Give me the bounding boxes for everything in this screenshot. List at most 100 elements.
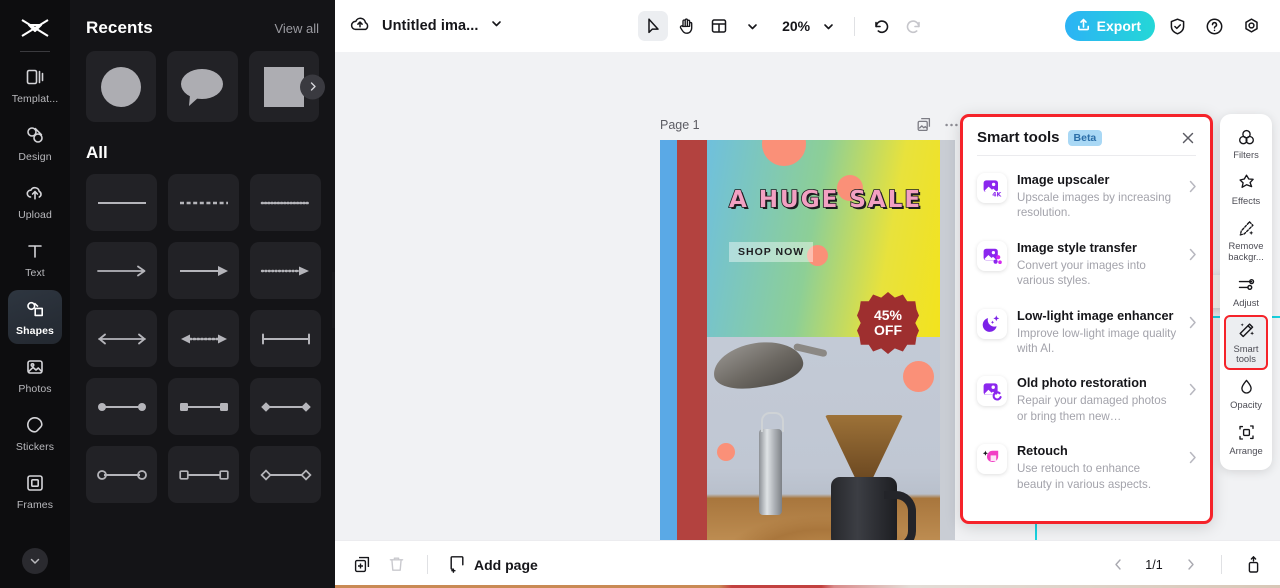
- recents-row: [86, 51, 325, 122]
- recent-shape-circle[interactable]: [86, 51, 157, 122]
- smart-tool-low-light-image-enhancer[interactable]: Low-light image enhancer Improve low-lig…: [963, 298, 1210, 366]
- smart-tool-image-upscaler[interactable]: 4K Image upscaler Upscale images by incr…: [963, 162, 1210, 230]
- duplicate-page-icon[interactable]: [351, 554, 373, 576]
- sidebar-item-shapes[interactable]: Shapes: [8, 290, 62, 344]
- photo-grinder: [759, 412, 784, 515]
- tool-adjust[interactable]: Adjust: [1224, 269, 1268, 314]
- undo-button[interactable]: [866, 11, 896, 41]
- recents-next-button[interactable]: [300, 74, 325, 99]
- shape-arrow-solid-right[interactable]: [168, 242, 239, 299]
- shape-line-open-circle-ends[interactable]: [86, 446, 157, 503]
- sidebar-label: Frames: [16, 499, 54, 511]
- right-toolbar: Filters Effects Remove backgr... Adjust …: [1220, 114, 1272, 471]
- filters-icon: [1236, 127, 1256, 147]
- sidebar-label: Shapes: [16, 325, 54, 337]
- page-more-dots-icon[interactable]: [943, 116, 960, 138]
- shape-arrow-dotted-double[interactable]: [168, 310, 239, 367]
- artboard-cta: SHOP NOW: [729, 242, 814, 262]
- cloud-save-icon[interactable]: [349, 13, 371, 40]
- layout-chevron-down-icon[interactable]: [737, 11, 767, 41]
- question-circle-icon[interactable]: [1199, 11, 1229, 41]
- smart-tool-desc: Upscale images by increasing resolution.: [1017, 191, 1172, 220]
- tool-arrange[interactable]: Arrange: [1224, 417, 1268, 462]
- export-button[interactable]: Export: [1064, 11, 1155, 41]
- shape-arrow-open-right[interactable]: [86, 242, 157, 299]
- smart-tool-text: Image style transfer Convert your images…: [1017, 239, 1178, 289]
- shape-arrow-dotted-right[interactable]: [250, 242, 321, 299]
- smart-tool-name: Low-light image enhancer: [1017, 308, 1174, 323]
- gear-icon[interactable]: [1236, 11, 1266, 41]
- smart-tool-retouch[interactable]: Retouch Use retouch to enhance beauty in…: [963, 433, 1210, 501]
- capcut-logo-icon[interactable]: [15, 14, 55, 42]
- sidebar-item-photos[interactable]: Photos: [8, 348, 62, 402]
- duplicate-page-icon[interactable]: [916, 116, 933, 138]
- redo-button[interactable]: [899, 11, 929, 41]
- prev-page-button[interactable]: [1107, 554, 1129, 576]
- panel-collapse-handle[interactable]: [332, 272, 335, 328]
- chevron-right-icon: [1188, 383, 1198, 401]
- template-icon: [24, 66, 46, 88]
- zoom-chevron-down-icon[interactable]: [813, 11, 843, 41]
- topbar-right: Export: [1064, 11, 1266, 41]
- shape-line-dotted[interactable]: [250, 174, 321, 231]
- top-toolbar: Untitled ima... 20% Export: [335, 0, 1280, 52]
- sidebar-item-text[interactable]: Text: [8, 232, 62, 286]
- smart-tool-name: Image style transfer: [1017, 240, 1137, 255]
- smart-tool-image-style-transfer[interactable]: Image style transfer Convert your images…: [963, 230, 1210, 298]
- tool-remove-background[interactable]: Remove backgr...: [1224, 212, 1268, 267]
- tool-effects[interactable]: Effects: [1224, 167, 1268, 212]
- add-page-button[interactable]: Add page: [448, 554, 538, 576]
- tool-label: Filters: [1233, 149, 1259, 160]
- shape-line-filled-diamond-ends[interactable]: [250, 378, 321, 435]
- main-area: Untitled ima... 20% Export Page 1 A HUGE…: [335, 0, 1280, 588]
- sidebar-item-templates[interactable]: Templat...: [8, 58, 62, 112]
- canvas-area[interactable]: Page 1 A HUGE SALE SHOP NOW 45% OFF Smar…: [335, 52, 1280, 540]
- next-page-button[interactable]: [1179, 554, 1201, 576]
- topbar-left: Untitled ima...: [349, 13, 503, 40]
- delete-page-icon[interactable]: [385, 554, 407, 576]
- tool-label: Arrange: [1229, 444, 1263, 456]
- bottom-divider-2: [1221, 555, 1222, 574]
- artboard-photo: [707, 336, 940, 540]
- retouch-sparkle-icon: [977, 444, 1007, 475]
- smart-tool-desc: Use retouch to enhance beauty in various…: [1017, 462, 1152, 491]
- sidebar-label: Stickers: [15, 441, 55, 453]
- layout-tool[interactable]: [704, 11, 734, 41]
- shape-line-filled-circle-ends[interactable]: [86, 378, 157, 435]
- shape-line-solid[interactable]: [86, 174, 157, 231]
- shape-line-open-square-ends[interactable]: [168, 446, 239, 503]
- stickers-icon: [24, 414, 46, 436]
- smart-tool-text: Old photo restoration Repair your damage…: [1017, 374, 1178, 424]
- recent-shape-speech-bubble[interactable]: [167, 51, 238, 122]
- shape-line-dashed[interactable]: [168, 174, 239, 231]
- title-chevron-down-icon[interactable]: [490, 17, 503, 35]
- sidebar-item-design[interactable]: Design: [8, 116, 62, 170]
- tool-opacity[interactable]: Opacity: [1224, 371, 1268, 416]
- export-label: Export: [1096, 18, 1141, 34]
- sidebar-more-button[interactable]: [22, 548, 48, 574]
- view-all-link[interactable]: View all: [274, 21, 319, 36]
- expand-panel-button[interactable]: [1242, 554, 1264, 576]
- shape-arrow-double-open[interactable]: [86, 310, 157, 367]
- sidebar-item-stickers[interactable]: Stickers: [8, 406, 62, 460]
- bottom-right-actions: 1/1: [1107, 554, 1264, 576]
- shield-check-icon[interactable]: [1162, 11, 1192, 41]
- shape-line-filled-square-ends[interactable]: [168, 378, 239, 435]
- tool-filters[interactable]: Filters: [1224, 121, 1268, 166]
- sidebar-item-upload[interactable]: Upload: [8, 174, 62, 228]
- close-icon[interactable]: [1180, 130, 1196, 146]
- sidebar-item-frames[interactable]: Frames: [8, 464, 62, 518]
- shape-line-open-diamond-ends[interactable]: [250, 446, 321, 503]
- decor-dot: [903, 361, 934, 392]
- artboard[interactable]: A HUGE SALE SHOP NOW 45% OFF: [660, 140, 955, 540]
- hand-tool[interactable]: [671, 11, 701, 41]
- shape-line-bar-ends[interactable]: [250, 310, 321, 367]
- tool-smart-tools[interactable]: Smart tools: [1224, 314, 1268, 371]
- add-page-icon: [448, 554, 467, 576]
- document-title[interactable]: Untitled ima...: [382, 18, 479, 34]
- smart-tool-old-photo-restoration[interactable]: Old photo restoration Repair your damage…: [963, 365, 1210, 433]
- toolbar-divider: [854, 16, 856, 36]
- beta-badge: Beta: [1067, 129, 1103, 146]
- all-shapes-title: All: [86, 143, 108, 162]
- select-tool[interactable]: [638, 11, 669, 41]
